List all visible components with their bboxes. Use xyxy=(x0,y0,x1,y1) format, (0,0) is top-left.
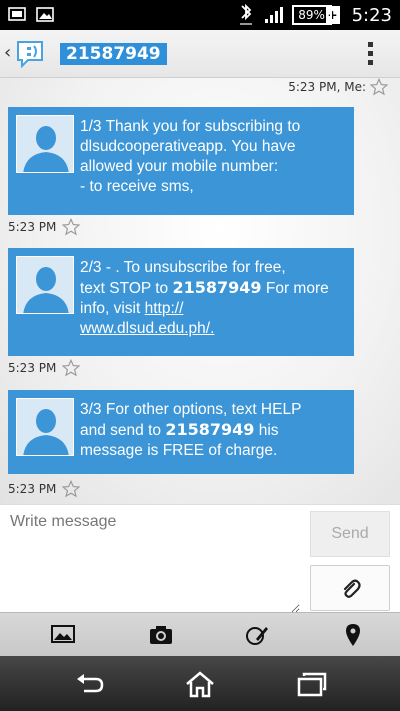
star-icon[interactable] xyxy=(370,78,388,96)
camera-icon[interactable] xyxy=(148,623,174,647)
messaging-app-logo-icon[interactable] xyxy=(14,40,46,68)
home-icon[interactable] xyxy=(184,670,216,698)
send-button[interactable]: Send xyxy=(310,511,390,557)
sketch-icon[interactable] xyxy=(244,623,270,647)
messaging-notification-icon xyxy=(8,7,26,21)
star-icon[interactable] xyxy=(62,359,81,377)
star-icon[interactable] xyxy=(62,480,81,498)
message-bubble[interactable]: 2/3 - . To unsubscribe for free, text ST… xyxy=(8,248,354,356)
action-bar: ‹ 21587949 xyxy=(0,30,400,78)
message-bubble[interactable]: 1/3 Thank you for subscribing to dlsudco… xyxy=(8,107,354,215)
location-pin-icon[interactable] xyxy=(340,623,366,647)
message-timestamp: 5:23 PM xyxy=(8,361,57,375)
attachment-toolbar xyxy=(0,612,400,656)
conversation-thread[interactable]: 5:23 PM, Me: 1/3 Thank you for subscribi… xyxy=(0,78,400,504)
message-timestamp: 5:23 PM xyxy=(8,220,57,234)
message-text: 3/3 For other options, text HELP and sen… xyxy=(80,401,302,459)
overflow-menu-button[interactable] xyxy=(368,42,374,69)
attach-button[interactable] xyxy=(310,565,390,611)
recent-apps-icon[interactable] xyxy=(296,670,328,698)
message-timestamp-row: 5:23 PM xyxy=(8,359,81,377)
star-icon[interactable] xyxy=(62,218,81,236)
contact-avatar xyxy=(16,398,74,456)
notification-icons xyxy=(8,6,56,24)
signal-strength-icon xyxy=(264,7,283,23)
sender-number: 21587949 xyxy=(165,420,255,439)
back-icon[interactable] xyxy=(74,670,106,698)
contact-avatar xyxy=(16,115,74,173)
message-text: 1/3 Thank you for subscribing to dlsudco… xyxy=(80,118,301,195)
system-icons: 89% + 5:23 xyxy=(236,4,392,26)
message-text: 2/3 - . To unsubscribe for free, text ST… xyxy=(80,259,329,337)
paperclip-icon xyxy=(343,579,361,598)
image-notification-icon xyxy=(36,7,54,22)
battery-level: 89% xyxy=(291,5,332,25)
person-silhouette-icon xyxy=(17,116,73,172)
sender-number: 21587949 xyxy=(172,278,262,297)
url-link[interactable]: http:// xyxy=(145,300,184,317)
status-bar: 89% + 5:23 xyxy=(0,0,400,30)
url-link[interactable]: www.dlsud.edu.ph/. xyxy=(80,320,214,337)
conversation-title: 21587949 xyxy=(60,43,167,65)
gallery-icon[interactable] xyxy=(50,623,76,647)
data-transfer-icon xyxy=(239,4,252,25)
message-bubble[interactable]: 3/3 For other options, text HELP and sen… xyxy=(8,390,354,474)
clock: 5:23 xyxy=(351,4,392,26)
message-timestamp-row: 5:23 PM xyxy=(8,218,81,236)
compose-area: Send xyxy=(0,504,400,613)
sent-timestamp: 5:23 PM, Me: xyxy=(288,80,366,94)
person-silhouette-icon xyxy=(17,399,73,455)
contact-avatar xyxy=(16,256,74,314)
message-timestamp: 5:23 PM xyxy=(8,482,57,496)
person-silhouette-icon xyxy=(17,257,73,313)
up-navigation-button[interactable]: ‹ xyxy=(4,42,11,63)
message-input[interactable] xyxy=(0,505,300,613)
message-timestamp-row: 5:23 PM xyxy=(8,480,81,498)
sent-message-meta: 5:23 PM, Me: xyxy=(288,78,388,96)
system-navigation-bar xyxy=(0,656,400,711)
